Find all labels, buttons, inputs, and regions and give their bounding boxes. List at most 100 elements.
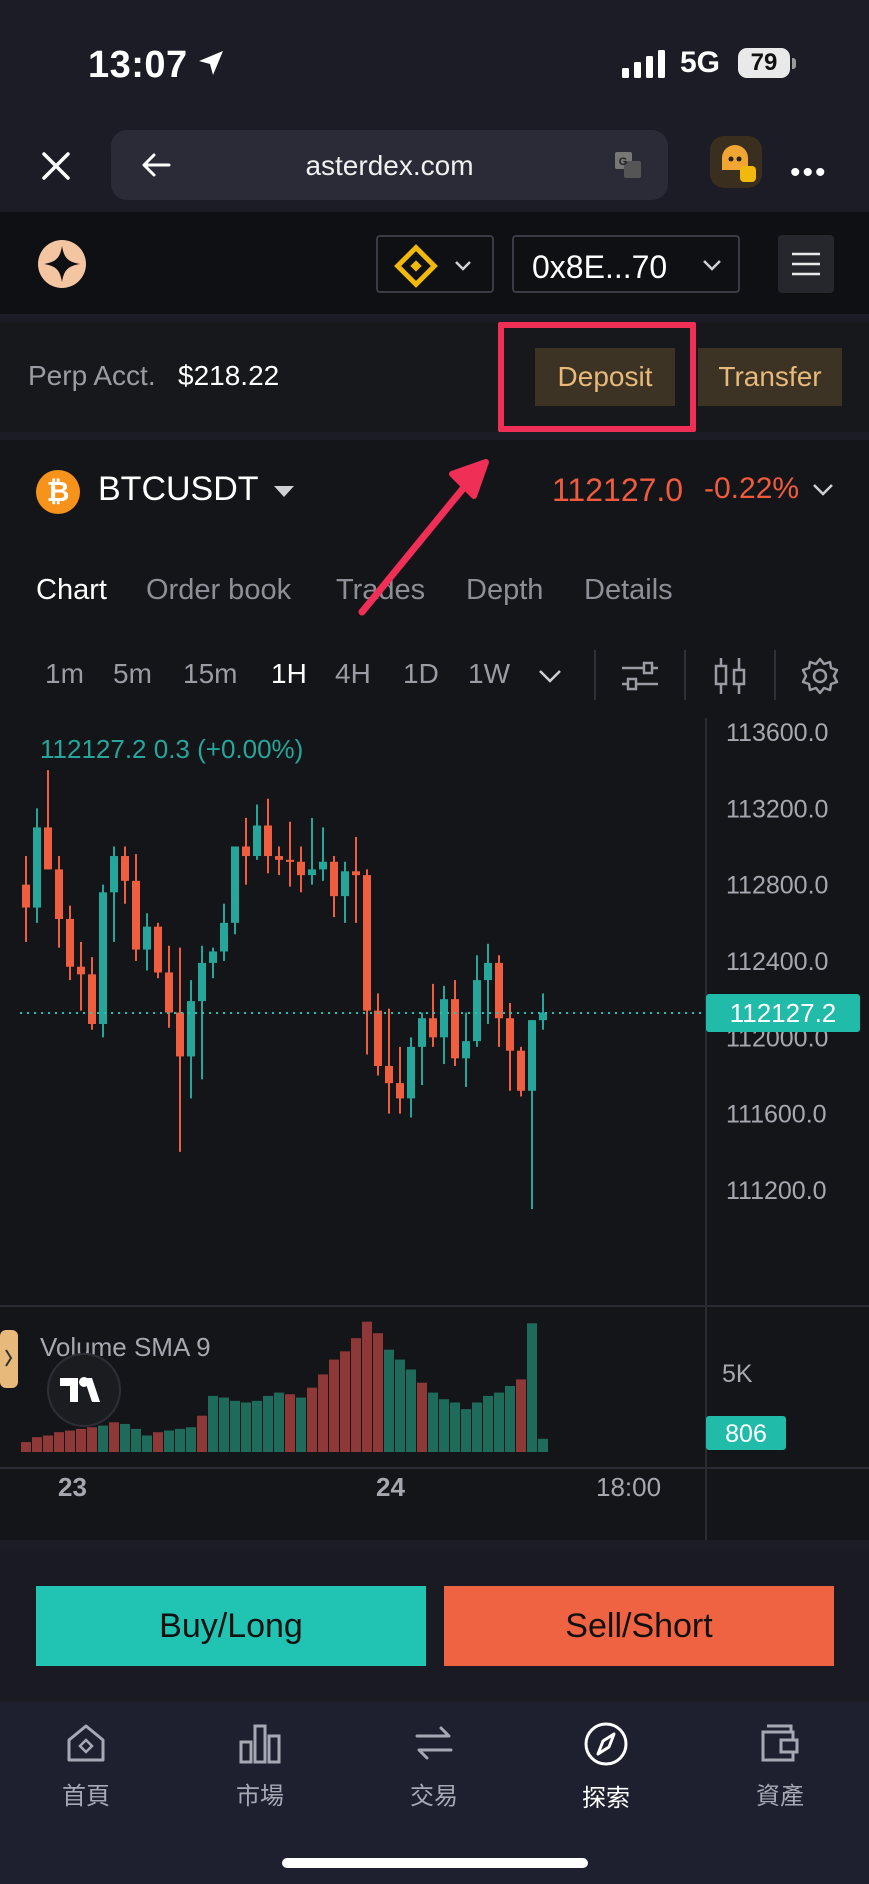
status-bar: 13:07 5G 79: [0, 0, 869, 120]
volume-bar: [527, 1323, 537, 1452]
wallet-icon: [761, 1724, 799, 1762]
volume-bar: [153, 1432, 163, 1452]
candle-type-icon[interactable]: [712, 656, 748, 696]
interval-5m[interactable]: 5m: [113, 658, 152, 690]
hamburger-icon: [792, 252, 820, 276]
close-icon[interactable]: [36, 146, 76, 186]
volume-bar: [362, 1321, 372, 1452]
address-bar[interactable]: asterdex.com G: [111, 130, 668, 200]
nav-trade[interactable]: 交易: [374, 1720, 494, 1811]
candle-body: [286, 859, 294, 862]
location-arrow-icon: [199, 51, 223, 75]
translate-icon[interactable]: G: [613, 150, 643, 180]
time-axis-tick: 24: [376, 1472, 405, 1502]
nav-home[interactable]: 首頁: [26, 1720, 146, 1811]
candle-body: [462, 1041, 470, 1059]
volume-bar: [175, 1428, 185, 1452]
tab-details[interactable]: Details: [584, 574, 673, 607]
nav-assets-label: 資產: [756, 1782, 804, 1810]
menu-button[interactable]: [778, 235, 834, 293]
candle-body: [484, 962, 492, 981]
volume-bar: [538, 1438, 548, 1452]
sell-short-button[interactable]: Sell/Short: [444, 1586, 834, 1666]
chevron-down-icon[interactable]: [538, 668, 562, 684]
caret-down-icon: [274, 486, 294, 497]
price-change: -0.22%: [704, 472, 800, 505]
volume-bar: [76, 1428, 86, 1452]
candle-body: [407, 1046, 415, 1099]
home-indicator: [282, 1858, 588, 1868]
nav-market[interactable]: 市場: [200, 1720, 320, 1811]
wallet-address: 0x8E...70: [532, 249, 668, 285]
candle-body: [264, 825, 272, 857]
volume-axis-tick: 5K: [722, 1360, 753, 1388]
candle-body: [88, 974, 96, 1024]
settings-gear-icon[interactable]: [800, 656, 840, 696]
more-options-icon[interactable]: •••: [790, 156, 828, 190]
trade-actions: Buy/Long Sell/Short: [0, 1550, 869, 1700]
volume-bar: [351, 1338, 361, 1452]
candle-body: [396, 1083, 404, 1099]
volume-expand-handle[interactable]: [0, 1330, 18, 1388]
extension-avatar[interactable]: [710, 136, 762, 188]
cellular-signal-icon: [622, 50, 665, 78]
nav-explore[interactable]: 探索: [546, 1720, 666, 1813]
symbol-bar[interactable]: ₿ BTCUSDT 112127.0 -0.22%: [0, 440, 869, 540]
volume-bar: [197, 1415, 207, 1452]
time-axis-tick: 23: [58, 1472, 87, 1502]
interval-4h[interactable]: 4H: [335, 658, 371, 690]
volume-bar: [252, 1400, 262, 1452]
candle-body: [495, 962, 503, 1019]
aster-logo-icon[interactable]: [36, 238, 88, 290]
candle-body: [220, 922, 228, 952]
indicators-icon[interactable]: [620, 660, 660, 692]
annotation-highlight-box: [498, 322, 696, 432]
candle-body: [374, 1010, 382, 1066]
candles-layer: [22, 770, 547, 1210]
candle-body: [385, 1065, 393, 1084]
network-type: 5G: [680, 46, 721, 79]
candle-body: [528, 1020, 536, 1091]
perp-account-bar: Perp Acct. $218.22 Deposit Transfer: [0, 322, 869, 432]
chevron-down-icon[interactable]: [812, 482, 834, 498]
battery-icon: 79: [738, 48, 790, 78]
interval-1h[interactable]: 1H: [271, 658, 307, 690]
swap-icon: [415, 1726, 453, 1760]
nav-assets[interactable]: 資產: [720, 1720, 840, 1811]
volume-label: Volume SMA 9: [40, 1332, 211, 1362]
candle-body: [33, 827, 41, 908]
candle-body: [22, 884, 30, 908]
ghost-icon: [722, 145, 756, 182]
candle-body: [506, 1018, 514, 1051]
market-icon: [239, 1724, 281, 1764]
tradingview-logo-icon[interactable]: [47, 1353, 121, 1427]
volume-bar: [87, 1427, 97, 1452]
interval-1w[interactable]: 1W: [468, 658, 510, 690]
volume-bar: [483, 1395, 493, 1452]
interval-15m[interactable]: 15m: [183, 658, 237, 690]
interval-1d[interactable]: 1D: [403, 658, 439, 690]
volume-bar: [208, 1395, 218, 1452]
volume-bar: [450, 1402, 460, 1452]
tab-chart[interactable]: Chart: [36, 574, 107, 607]
interval-1m[interactable]: 1m: [45, 658, 84, 690]
candle-body: [308, 869, 316, 876]
chain-selector[interactable]: [376, 235, 494, 293]
current-price-tag-text: 112127.2: [730, 998, 837, 1028]
tab-depth[interactable]: Depth: [466, 574, 543, 607]
tab-trades[interactable]: Trades: [336, 574, 425, 607]
tab-order-book[interactable]: Order book: [146, 574, 291, 607]
bnb-icon: [394, 244, 471, 288]
price-axis-tick: 112400.0: [726, 948, 828, 976]
trading-pair: BTCUSDT: [98, 470, 259, 508]
buy-long-button[interactable]: Buy/Long: [36, 1586, 426, 1666]
nav-market-label: 市場: [236, 1782, 284, 1810]
transfer-button[interactable]: Transfer: [698, 348, 842, 406]
svg-text:G: G: [619, 156, 628, 168]
candle-body: [231, 846, 239, 923]
wallet-address-button[interactable]: 0x8E...70: [512, 235, 740, 293]
candlestick-chart[interactable]: 112127.2 0.3 (+0.00%) 113600.0 113200.0 11…: [0, 710, 869, 1540]
volume-bar: [142, 1435, 152, 1452]
candle-body: [429, 1018, 437, 1038]
price-chart[interactable]: 112127.2 0.3 (+0.00%) 113600.0 113200.0 11…: [0, 710, 869, 1540]
